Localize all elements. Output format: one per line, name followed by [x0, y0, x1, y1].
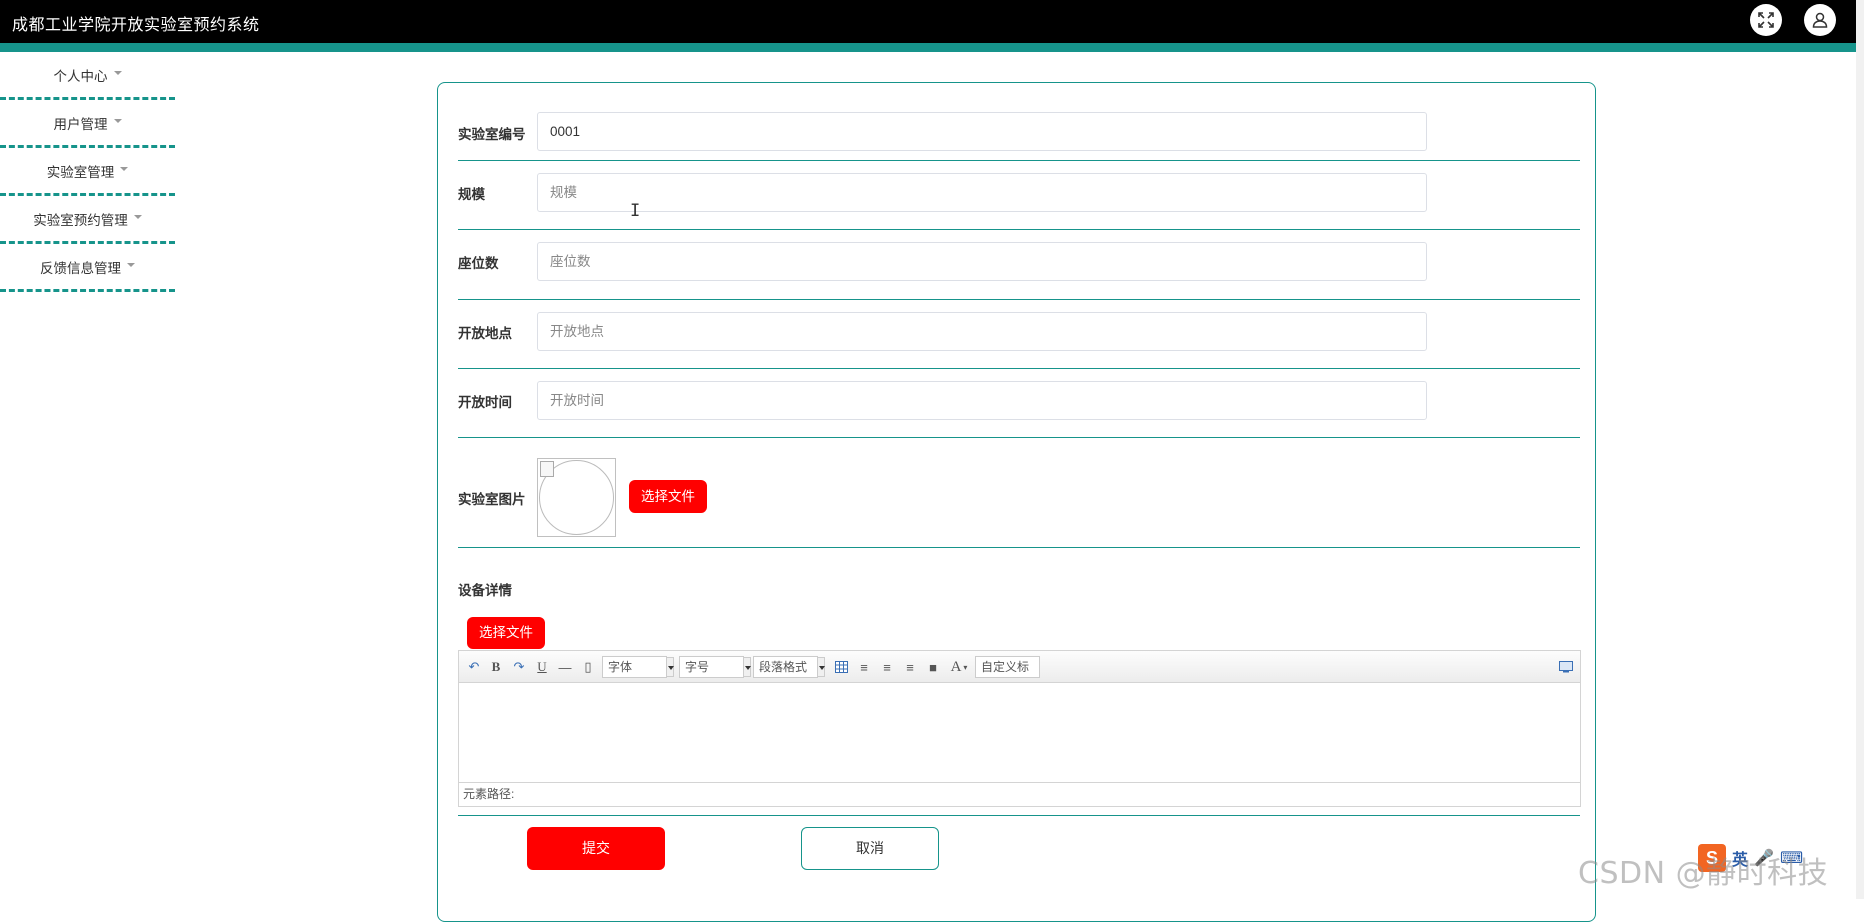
header-accent-strip [0, 43, 1856, 52]
editor-toolbar: ↶ B ↷ U — ▯ 字体 字号 段落格式 ≡ ≡ ≡ ■ A ▾ 自定义标 [459, 651, 1580, 683]
lab-form-card: 实验室编号 规模 座位数 开放地点 开放时间 实验室图片 选择文件 设备详情 选… [437, 82, 1596, 922]
paragraph-format-select[interactable]: 段落格式 [753, 656, 825, 678]
open-time-label: 开放时间 [458, 395, 512, 410]
scale-label: 规模 [458, 187, 485, 202]
cancel-button[interactable]: 取消 [801, 827, 939, 870]
location-input[interactable] [537, 312, 1427, 351]
choose-details-file-button[interactable]: 选择文件 [467, 617, 545, 649]
seats-label: 座位数 [458, 256, 499, 271]
lab-image-preview [537, 458, 616, 537]
redo-icon[interactable]: ↷ [510, 657, 528, 677]
preview-icon[interactable] [1557, 657, 1575, 677]
custom-title-select[interactable]: 自定义标题 [975, 656, 1040, 678]
user-button[interactable] [1804, 4, 1836, 36]
font-size-select[interactable]: 字号 [679, 656, 751, 678]
editor-element-path: 元素路径: [459, 782, 1580, 806]
sidebar-item-label: 反馈信息管理 [40, 260, 121, 276]
font-size-value: 字号 [685, 660, 710, 674]
form-row-lab-no: 实验室编号 [458, 83, 1580, 161]
sidebar: 个人中心 用户管理 实验室管理 实验室预约管理 反馈信息管理 [0, 52, 175, 292]
form-row-scale: 规模 [458, 161, 1580, 230]
watermark: CSDN @静时科技 [1578, 856, 1829, 891]
broken-image-icon [540, 461, 554, 477]
sidebar-item-label: 个人中心 [53, 68, 108, 84]
sidebar-item-label: 实验室预约管理 [33, 212, 128, 228]
dropdown-arrow-icon [817, 657, 825, 677]
underline-button[interactable]: U [533, 657, 551, 677]
sidebar-item-user-management[interactable]: 用户管理 [0, 100, 175, 148]
details-label: 设备详情 [458, 583, 512, 598]
lab-no-label: 实验室编号 [458, 127, 526, 142]
lab-no-input[interactable] [537, 112, 1427, 151]
caret-down-icon [113, 118, 122, 123]
custom-title-value: 自定义标题 [981, 660, 1030, 674]
editor-content-area[interactable] [459, 683, 1580, 782]
sidebar-item-lab-booking-management[interactable]: 实验室预约管理 [0, 196, 175, 244]
dropdown-arrow-icon [666, 657, 674, 677]
sidebar-item-lab-management[interactable]: 实验室管理 [0, 148, 175, 196]
app-title: 成都工业学院开放实验室预约系统 [12, 17, 260, 34]
paragraph-format-value: 段落格式 [759, 660, 808, 674]
form-row-location: 开放地点 [458, 300, 1580, 369]
horizontal-rule-icon[interactable]: — [556, 657, 574, 677]
form-row-open-time: 开放时间 [458, 369, 1580, 438]
align-right-icon[interactable]: ≡ [879, 657, 895, 677]
bold-button[interactable]: B [487, 657, 505, 677]
font-family-select[interactable]: 字体 [602, 656, 674, 678]
user-icon [1812, 12, 1828, 28]
sidebar-item-label: 用户管理 [53, 116, 108, 132]
font-family-value: 字体 [608, 660, 633, 674]
text-cursor-icon: I [630, 201, 641, 221]
rich-text-editor: ↶ B ↷ U — ▯ 字体 字号 段落格式 ≡ ≡ ≡ ■ A ▾ 自定义标 … [458, 650, 1581, 807]
sidebar-item-personal-center[interactable]: 个人中心 [0, 52, 175, 100]
form-row-lab-image: 实验室图片 选择文件 [458, 438, 1580, 548]
table-icon[interactable] [833, 657, 849, 677]
align-justify-icon[interactable]: ■ [925, 657, 941, 677]
lab-image-label: 实验室图片 [458, 492, 526, 507]
align-left-icon[interactable]: ≡ [856, 657, 872, 677]
choose-image-file-button[interactable]: 选择文件 [629, 480, 707, 513]
fullscreen-button[interactable] [1750, 4, 1782, 36]
submit-button[interactable]: 提交 [527, 827, 665, 870]
align-center-icon[interactable]: ≡ [902, 657, 918, 677]
form-row-seats: 座位数 [458, 230, 1580, 300]
caret-down-icon [127, 262, 135, 267]
document-icon[interactable]: ▯ [579, 657, 597, 677]
font-color-button[interactable]: A ▾ [948, 657, 970, 677]
caret-down-icon [133, 214, 142, 219]
font-color-label: A [950, 658, 962, 675]
details-divider [458, 815, 1580, 816]
top-bar: 成都工业学院开放实验室预约系统 [0, 0, 1856, 43]
sidebar-item-label: 实验室管理 [46, 164, 115, 180]
page-scrollbar[interactable] [1856, 0, 1864, 899]
fullscreen-icon [1758, 12, 1774, 28]
seats-input[interactable] [537, 242, 1427, 281]
open-time-input[interactable] [537, 381, 1427, 420]
caret-down-icon [113, 70, 122, 75]
sidebar-item-feedback-management[interactable]: 反馈信息管理 [0, 244, 175, 292]
scale-input[interactable] [537, 173, 1427, 212]
location-label: 开放地点 [458, 326, 512, 341]
undo-icon[interactable]: ↶ [465, 657, 483, 677]
dropdown-arrow-icon [743, 657, 751, 677]
caret-down-icon [120, 166, 129, 171]
